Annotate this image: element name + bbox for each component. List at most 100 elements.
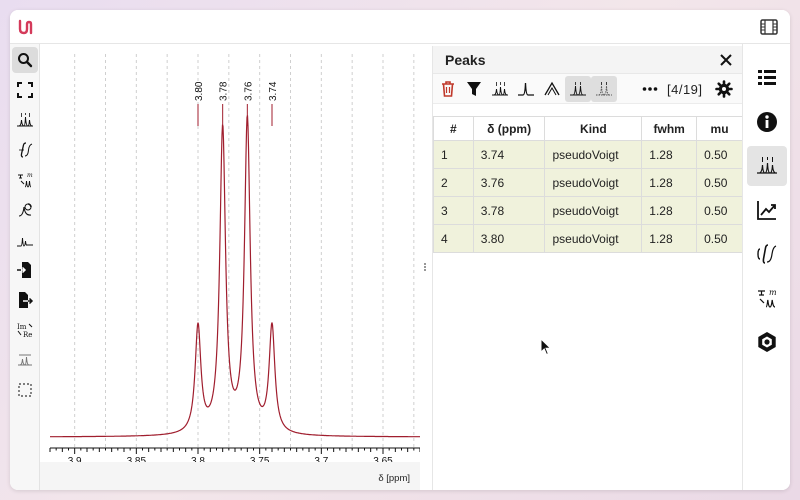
spectrum-viewer[interactable]: 3.80 3.78 3.76 3.74 3.9 3.85 3.8 3.75 3.7 3.65 δ … (40, 44, 420, 490)
baseline-tool[interactable] (12, 227, 38, 253)
top-bar (10, 10, 790, 44)
more-button[interactable] (637, 76, 663, 102)
table-row[interactable]: 3 3.78 pseudoVoigt 1.28 0.50 (433, 196, 743, 225)
multiplet-icon: m (18, 172, 33, 188)
info-panel-button[interactable] (747, 102, 787, 142)
svg-text:Re: Re (23, 331, 32, 339)
exclusion-tool[interactable] (12, 347, 38, 373)
axis-footer: δ [ppm] (40, 462, 420, 490)
column-header-mu[interactable]: mu (696, 116, 743, 141)
peaks-table: # δ (ppm) Kind fwhm mu 1 3.74 pseudoVoig… (433, 116, 743, 253)
cell-mu[interactable]: 0.50 (696, 168, 743, 197)
cell-mu[interactable]: 0.50 (696, 140, 743, 169)
x-axis-label: δ [ppm] (378, 473, 410, 484)
close-icon[interactable] (719, 53, 733, 67)
cell-delta[interactable]: 3.78 (472, 196, 546, 225)
export-icon (19, 292, 34, 308)
cell-delta[interactable]: 3.80 (472, 224, 546, 253)
table-header-row: # δ (ppm) Kind fwhm mu (433, 116, 743, 141)
single-peak-button[interactable] (513, 76, 539, 102)
export-tool[interactable] (12, 287, 38, 313)
peak-counter: [4/19] (667, 82, 703, 97)
column-header-index[interactable]: # (433, 116, 474, 141)
film-icon[interactable] (760, 19, 778, 35)
cell-delta[interactable]: 3.76 (472, 168, 546, 197)
peak-label: 3.76 (243, 81, 254, 101)
cell-index: 3 (433, 196, 474, 225)
multiplets-icon: m (758, 288, 777, 308)
app-window: m Im Re 3.80 3.78 3.76 3.74 3.9 3.85 3.8 3.75 3.7… (10, 10, 790, 490)
peaks-panel-button[interactable] (747, 146, 787, 186)
cell-fwhm[interactable]: 1.28 (641, 196, 698, 225)
peak-label: 3.74 (268, 81, 279, 101)
settings-button[interactable] (711, 76, 737, 102)
import-tool[interactable] (12, 257, 38, 283)
peak-picking-tool[interactable] (12, 107, 38, 133)
panel-splitter[interactable] (424, 262, 428, 276)
single-peak-icon (518, 82, 534, 96)
svg-text:Im: Im (17, 323, 27, 331)
phase-tool[interactable] (12, 197, 38, 223)
cell-index: 2 (433, 168, 474, 197)
cell-index: 4 (433, 224, 474, 253)
cell-mu[interactable]: 0.50 (696, 224, 743, 253)
real-imag-icon: ImRe (17, 323, 32, 339)
multiplets-panel-button[interactable]: m (747, 278, 787, 318)
filter-button[interactable] (461, 76, 487, 102)
svg-text:m: m (769, 288, 777, 297)
show-peaks-button[interactable] (487, 76, 513, 102)
delete-button[interactable] (435, 76, 461, 102)
baseline-icon (17, 237, 33, 247)
import-icon (17, 262, 31, 278)
left-toolbar: m Im Re (10, 44, 40, 490)
peaks-icon (757, 157, 777, 174)
spectrum-chart[interactable]: 3.80 3.78 3.76 3.743.9 3.85 3.8 3.75 3.7 3.65 (40, 44, 420, 462)
peaks-icon (492, 82, 508, 96)
phase-icon (18, 203, 32, 217)
filter-icon (467, 82, 481, 96)
select-icon (18, 383, 32, 397)
cell-fwhm[interactable]: 1.28 (641, 168, 698, 197)
trash-icon (442, 81, 454, 97)
integrals-panel-button[interactable] (747, 234, 787, 274)
deconvolution-icon (570, 82, 586, 96)
peak-label: 3.80 (194, 81, 205, 101)
more-icon (642, 87, 658, 91)
show-deconvolution-button[interactable] (565, 76, 591, 102)
zoom-tool[interactable] (12, 47, 38, 73)
table-row[interactable]: 2 3.76 pseudoVoigt 1.28 0.50 (433, 168, 743, 197)
peaks-toolbar: [4/19] (433, 74, 743, 104)
info-icon (757, 112, 777, 132)
gear-icon (715, 80, 733, 98)
structure-panel-button[interactable] (747, 322, 787, 362)
chart-icon (757, 201, 776, 220)
cell-fwhm[interactable]: 1.28 (641, 140, 698, 169)
cell-index: 1 (433, 140, 474, 169)
fit-peaks-button[interactable] (539, 76, 565, 102)
column-header-fwhm[interactable]: fwhm (641, 116, 698, 141)
column-header-delta[interactable]: δ (ppm) (472, 116, 546, 141)
nmrium-logo-icon (18, 19, 33, 35)
integrals-icon (757, 244, 777, 264)
panel-title: Peaks (445, 52, 486, 68)
cell-mu[interactable]: 0.50 (696, 196, 743, 225)
cell-kind[interactable]: pseudoVoigt (544, 140, 643, 169)
fullscreen-tool[interactable] (12, 77, 38, 103)
table-row[interactable]: 4 3.80 pseudoVoigt 1.28 0.50 (433, 224, 743, 253)
cell-kind[interactable]: pseudoVoigt (544, 168, 643, 197)
cell-fwhm[interactable]: 1.28 (641, 224, 698, 253)
cell-kind[interactable]: pseudoVoigt (544, 196, 643, 225)
svg-text:m: m (27, 172, 33, 179)
table-row[interactable]: 1 3.74 pseudoVoigt 1.28 0.50 (433, 140, 743, 169)
cell-kind[interactable]: pseudoVoigt (544, 224, 643, 253)
chart-panel-button[interactable] (747, 190, 787, 230)
column-header-kind[interactable]: Kind (544, 116, 643, 141)
spectra-panel-button[interactable] (747, 58, 787, 98)
search-icon (18, 53, 33, 68)
cell-delta[interactable]: 3.74 (472, 140, 546, 169)
real-imag-tool[interactable]: Im Re (12, 317, 38, 343)
select-tool[interactable] (12, 377, 38, 403)
show-sum-button[interactable] (591, 76, 617, 102)
multiplet-tool[interactable]: m (12, 167, 38, 193)
integral-tool[interactable] (12, 137, 38, 163)
